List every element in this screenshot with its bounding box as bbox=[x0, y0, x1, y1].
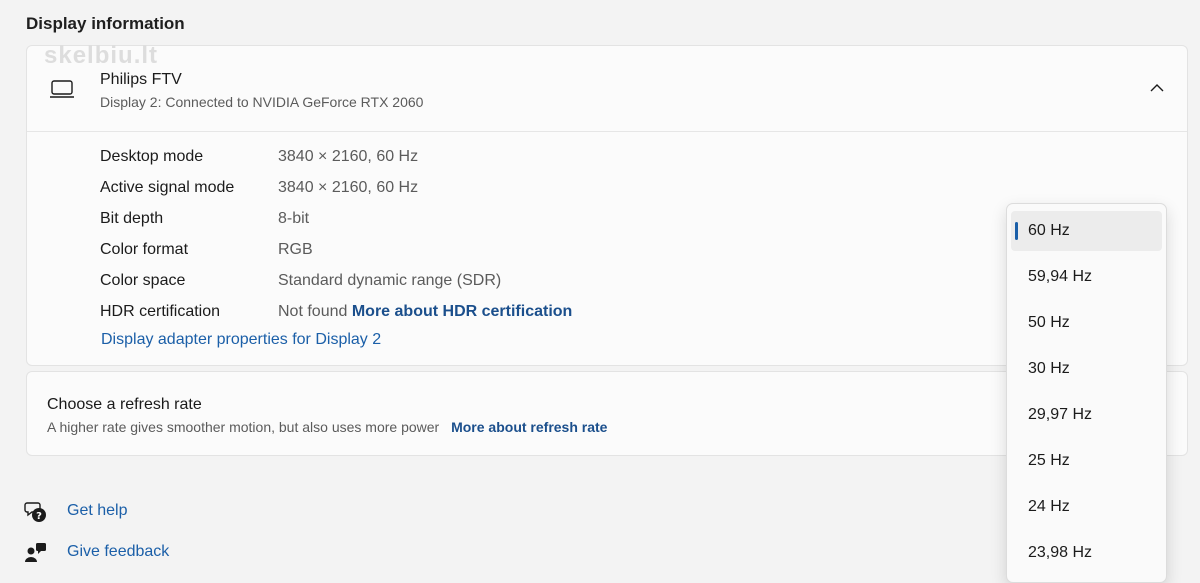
refresh-rate-option-50[interactable]: 50 Hz bbox=[1011, 303, 1162, 343]
section-title: Display information bbox=[26, 14, 185, 33]
display-subtitle: Display 2: Connected to NVIDIA GeForce R… bbox=[100, 94, 424, 110]
info-label: Active signal mode bbox=[100, 179, 235, 196]
option-label: 30 Hz bbox=[1028, 360, 1070, 377]
info-value: 3840 × 2160, 60 Hz bbox=[278, 148, 419, 165]
display-card-header[interactable]: Philips FTV Display 2: Connected to NVID… bbox=[27, 46, 1187, 132]
get-help-label: Get help bbox=[67, 502, 128, 519]
selection-indicator bbox=[1015, 222, 1018, 240]
chevron-up-icon[interactable] bbox=[1149, 80, 1165, 96]
hdr-certification-link[interactable]: More about HDR certification bbox=[352, 303, 572, 320]
option-label: 50 Hz bbox=[1028, 314, 1070, 331]
refresh-rate-option-24[interactable]: 24 Hz bbox=[1011, 487, 1162, 527]
info-value: Not found bbox=[278, 303, 348, 320]
display-adapter-properties-link[interactable]: Display adapter properties for Display 2 bbox=[101, 331, 381, 349]
option-label: 25 Hz bbox=[1028, 452, 1070, 469]
refresh-rate-title: Choose a refresh rate bbox=[47, 396, 202, 413]
give-feedback-icon bbox=[25, 543, 46, 562]
refresh-rate-option-29-97[interactable]: 29,97 Hz bbox=[1011, 395, 1162, 435]
give-feedback-label: Give feedback bbox=[67, 543, 170, 560]
info-label: Color space bbox=[100, 272, 186, 289]
refresh-rate-option-25[interactable]: 25 Hz bbox=[1011, 441, 1162, 481]
display-name: Philips FTV bbox=[100, 71, 182, 88]
option-label: 29,97 Hz bbox=[1028, 406, 1093, 423]
watermark: skelbiu.lt bbox=[44, 42, 159, 69]
option-label: 23,98 Hz bbox=[1028, 544, 1093, 561]
get-help-icon: ? bbox=[24, 502, 46, 522]
info-label: Desktop mode bbox=[100, 148, 204, 165]
info-value: 3840 × 2160, 60 Hz bbox=[278, 179, 419, 196]
info-value: RGB bbox=[278, 241, 313, 258]
refresh-rate-link[interactable]: More about refresh rate bbox=[451, 419, 607, 435]
refresh-rate-option-23-98[interactable]: 23,98 Hz bbox=[1011, 533, 1162, 573]
svg-text:?: ? bbox=[36, 511, 42, 522]
info-value: Standard dynamic range (SDR) bbox=[278, 272, 502, 289]
info-label: Bit depth bbox=[100, 210, 164, 227]
info-label: Color format bbox=[100, 241, 189, 258]
info-value: 8-bit bbox=[278, 210, 310, 227]
monitor-icon bbox=[50, 80, 74, 98]
info-label: HDR certification bbox=[100, 303, 221, 320]
option-label: 60 Hz bbox=[1028, 222, 1070, 239]
option-label: 24 Hz bbox=[1028, 498, 1070, 515]
refresh-rate-option-60[interactable]: 60 Hz bbox=[1011, 211, 1162, 251]
refresh-rate-dropdown-list: 60 Hz 59,94 Hz 50 Hz 30 Hz 29,97 Hz 25 H… bbox=[1006, 203, 1167, 583]
refresh-rate-subtitle: A higher rate gives smoother motion, but… bbox=[47, 419, 440, 435]
info-value-group: Not found More about HDR certification bbox=[278, 300, 572, 324]
refresh-rate-option-59-94[interactable]: 59,94 Hz bbox=[1011, 257, 1162, 297]
refresh-rate-option-30[interactable]: 30 Hz bbox=[1011, 349, 1162, 389]
option-label: 59,94 Hz bbox=[1028, 268, 1093, 285]
refresh-rate-description: A higher rate gives smoother motion, but… bbox=[47, 419, 607, 435]
